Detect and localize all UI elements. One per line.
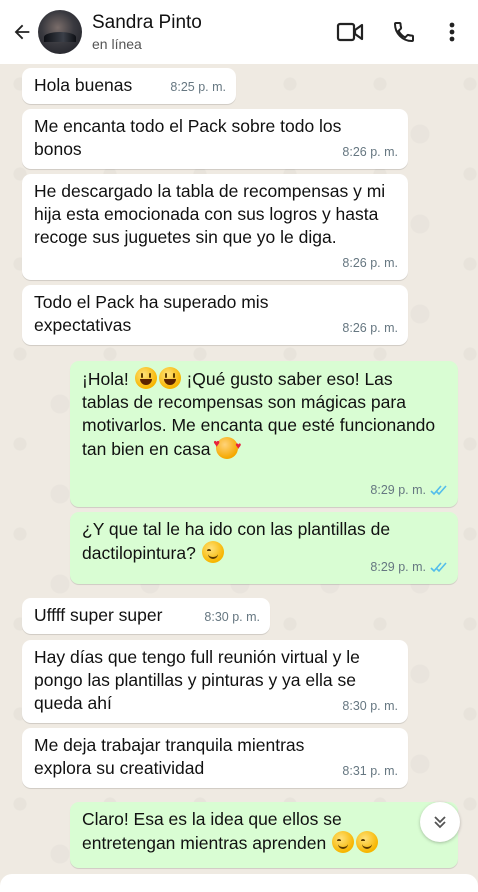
message-outgoing[interactable]: Claro! Esa es la idea que ellos se entre… [70,802,458,868]
chevron-double-down-icon [434,816,446,829]
message-incoming[interactable]: Hay días que tengo full reunión virtual … [22,640,408,723]
message-incoming[interactable]: Hola buenas 8:25 p. m. [22,68,236,104]
scroll-to-bottom-button[interactable] [420,802,460,842]
message-text: Hay días que tengo full reunión virtual … [34,647,360,713]
chat-header: Sandra Pinto en línea [0,0,478,65]
smiling-face-icon [332,831,355,853]
back-button[interactable] [8,18,36,46]
message-time: 8:31 p. m. [342,764,398,778]
message-text: Todo el Pack ha superado mis expectativa… [34,292,269,335]
smiling-face-with-hearts-icon [213,433,241,459]
message-time: 8:30 p. m. [342,699,398,713]
message-time: 8:25 p. m. [170,80,226,94]
message-time: 8:30 p. m. [204,610,260,624]
message-time-status: 8:29 p. m. [370,556,448,579]
message-time: 8:26 p. m. [342,145,398,159]
avatar[interactable] [38,10,82,54]
message-text: Me encanta todo el Pack sobre todo los b… [34,116,342,159]
contact-status: en línea [92,36,142,52]
message-text: Me deja trabajar tranquila mientras expl… [34,735,305,778]
message-incoming[interactable]: Me encanta todo el Pack sobre todo los b… [22,109,408,169]
smiling-face-icon [201,541,224,563]
message-text: ¿Y que tal le ha ido con las plantillas … [82,519,391,563]
message-outgoing[interactable]: ¿Y que tal le ha ido con las plantillas … [70,512,458,584]
message-incoming[interactable]: Uffff super super 8:30 p. m. [22,598,270,634]
more-options-icon [449,22,455,42]
message-text: Claro! Esa es la idea que ellos se entre… [82,809,342,853]
video-call-button[interactable] [330,12,370,52]
message-incoming[interactable]: Me deja trabajar tranquila mientras expl… [22,728,408,788]
smiling-face-icon [356,831,379,853]
message-text: Hola buenas [34,75,133,95]
back-arrow-icon [14,24,30,40]
message-incoming[interactable]: Todo el Pack ha superado mis expectativa… [22,285,408,345]
double-check-icon [430,485,447,496]
message-incoming[interactable]: He descargado la tabla de recompensas y … [22,174,408,280]
compose-bar[interactable] [0,874,478,892]
message-time: 8:26 p. m. [342,256,398,270]
double-check-icon [430,562,447,573]
more-options-button[interactable] [432,12,472,52]
message-time: 8:26 p. m. [342,321,398,335]
message-time-status: 8:29 p. m. [370,479,448,502]
message-time: 8:29 p. m. [370,483,426,497]
message-text: He descargado la tabla de recompensas y … [34,181,386,247]
contact-info[interactable]: Sandra Pinto en línea [92,12,330,52]
message-text: Uffff super super [34,605,163,625]
message-time: 8:29 p. m. [370,560,426,574]
grinning-face-icon [158,367,181,389]
contact-name: Sandra Pinto [92,12,202,33]
phone-call-button[interactable] [384,12,424,52]
grinning-face-icon [134,367,157,389]
message-outgoing[interactable]: ¡Hola! ¡Qué gusto saber eso! Las tablas … [70,361,458,507]
phone-icon [393,22,414,43]
message-text-greeting: ¡Hola! [82,369,129,389]
video-call-icon [336,22,364,42]
